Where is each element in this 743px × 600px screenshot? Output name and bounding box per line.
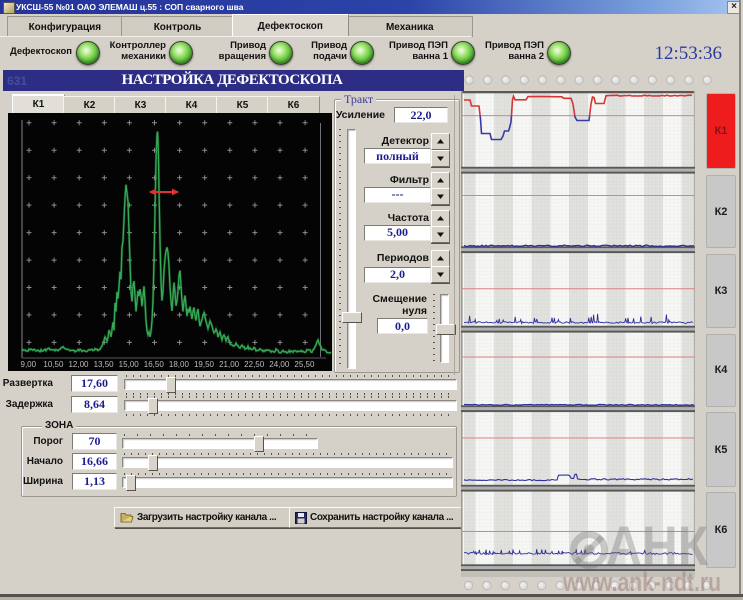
svg-text:www.ank-ndt.ru: www.ank-ndt.ru (562, 567, 721, 597)
